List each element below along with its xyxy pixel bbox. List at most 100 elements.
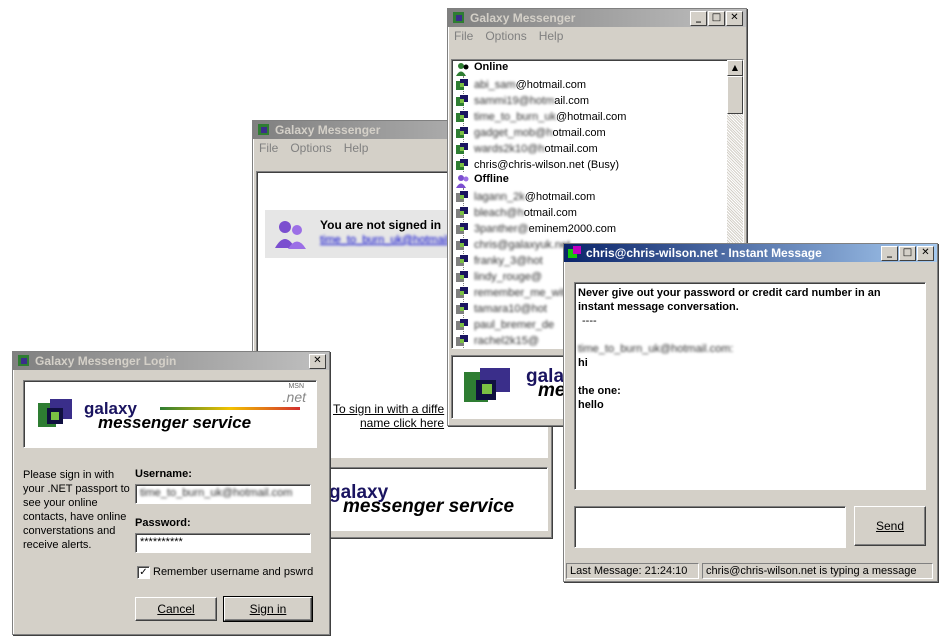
contact-email-visible: otmail.com (552, 127, 606, 139)
contact-status-icon (456, 303, 468, 314)
offline-group-label[interactable]: Offline (474, 173, 509, 185)
online-group-label[interactable]: Online (474, 61, 508, 73)
status-typing: chris@chris-wilson.net is typing a messa… (702, 563, 933, 579)
login-logo-word2: messenger service (98, 413, 252, 432)
contact-status-icon (456, 127, 468, 138)
contact-status-icon (456, 95, 468, 106)
close-button[interactable]: ✕ (726, 11, 743, 26)
im-window-icon (568, 246, 581, 258)
contact-status-icon (456, 255, 468, 266)
menu-options[interactable]: Options (485, 29, 526, 43)
menu-file[interactable]: File (454, 29, 473, 43)
contact-item[interactable]: lindy_rouge@ (456, 269, 542, 285)
password-value: ********** (140, 536, 183, 548)
remember-checkbox[interactable]: ✓ (137, 566, 150, 579)
contact-email-visible: chris@chris-wilson.net (Busy) (474, 159, 620, 171)
checkmark-icon: ✓ (139, 567, 148, 578)
contact-email-hidden: abi_sam (474, 79, 516, 91)
contact-item[interactable]: rachel2k15@ (456, 333, 539, 348)
contact-email-visible: otmail.com (544, 143, 598, 155)
contact-item[interactable]: remember_me_with (456, 285, 572, 301)
contact-item[interactable]: paul_bremer_de (456, 317, 555, 333)
menu-help[interactable]: Help (344, 141, 369, 155)
message-input[interactable] (574, 506, 846, 548)
im-window-titlebar[interactable]: chris@chris-wilson.net - Instant Message… (564, 244, 937, 262)
galaxy-logo-icon (464, 368, 510, 402)
contact-item[interactable]: lagann_2k@hotmail.com (456, 189, 595, 205)
contact-status-icon (456, 191, 468, 202)
contact-email-hidden: wards2k10@h (474, 143, 545, 155)
msg1-sender: time_to_burn_uk@hotmail.com: (578, 343, 734, 355)
scroll-up-arrow-icon[interactable]: ▲ (727, 60, 743, 76)
not-signed-in-text: You are not signed in (320, 218, 442, 232)
contact-email-hidden: paul_bremer_de (474, 319, 555, 331)
close-button[interactable]: ✕ (917, 246, 934, 261)
contact-status-icon (456, 335, 468, 346)
contact-status-icon (456, 239, 468, 250)
galaxy-app-icon (453, 12, 464, 23)
login-window-titlebar[interactable]: Galaxy Messenger Login ✕ (13, 352, 329, 370)
online-group-icon (456, 63, 469, 76)
im-window: chris@chris-wilson.net - Instant Message… (563, 243, 938, 582)
cancel-button[interactable]: Cancel (135, 597, 217, 621)
contact-item[interactable]: chris@chris-wilson.net (Busy) (456, 157, 620, 173)
contact-item[interactable]: gadget_mob@hotmail.com (456, 125, 606, 141)
contact-item[interactable]: 3panther@eminem2000.com (456, 221, 617, 237)
contact-item[interactable]: bleach@hotmail.com (456, 205, 577, 221)
msg2-sender: the one: (578, 385, 621, 397)
menu-help[interactable]: Help (539, 29, 564, 43)
scroll-thumb[interactable] (727, 76, 743, 114)
contact-item[interactable]: time_to_burn_uk@hotmail.com (456, 109, 626, 125)
contact-email-hidden: remember_me_with (474, 287, 572, 299)
status-last-message: Last Message: 21:24:10 (566, 563, 699, 579)
contact-email-hidden: tamara10@hot (474, 303, 547, 315)
contact-status-icon (456, 287, 468, 298)
contact-item[interactable]: chris@galaxyuk.net (456, 237, 571, 253)
sign-in-button[interactable]: Sign in (223, 596, 313, 622)
send-button[interactable]: Send (854, 506, 926, 546)
contact-item[interactable]: tamara10@hot (456, 301, 547, 317)
status-bar: Last Message: 21:24:10 chris@chris-wilso… (566, 563, 934, 579)
menu-file[interactable]: File (259, 141, 278, 155)
contact-email-hidden: lagann_2k (474, 191, 525, 203)
contact-email-visible: @hotmail.com (515, 79, 587, 91)
maximize-button[interactable]: □ (708, 11, 725, 26)
contact-item[interactable]: franky_3@hot (456, 253, 543, 269)
contact-status-icon (456, 223, 468, 234)
contact-item[interactable]: wards2k10@hotmail.com (456, 141, 598, 157)
maximize-button[interactable]: □ (899, 246, 916, 261)
contact-email-hidden: chris@galaxyuk.net (474, 239, 571, 251)
username-field[interactable]: time_to_burn_uk@hotmail.com (135, 484, 311, 504)
contact-status-icon (456, 79, 468, 90)
buddy-people-icon (275, 221, 306, 249)
contact-email-hidden: sammi19@hotm (474, 95, 555, 107)
contact-item[interactable]: sammi19@hotmail.com (456, 93, 590, 109)
contact-status-icon (456, 319, 468, 330)
contacts-window-titlebar[interactable]: Galaxy Messenger _ □ ✕ (448, 9, 746, 27)
contacts-window-controls: _ □ ✕ (690, 11, 743, 26)
contact-email-hidden: franky_3@hot (474, 255, 543, 267)
main-window-title: Galaxy Messenger (275, 123, 381, 137)
contacts-logo-word2: me (538, 380, 566, 401)
contacts-menubar: File Options Help (448, 27, 746, 45)
remember-label[interactable]: Remember username and pswrd (153, 566, 313, 578)
contact-status-icon (456, 207, 468, 218)
close-button[interactable]: ✕ (309, 354, 326, 369)
conversation-panel: Never give out your password or credit c… (574, 282, 926, 490)
password-field[interactable]: ********** (135, 533, 311, 553)
minimize-button[interactable]: _ (881, 246, 898, 261)
contact-email-visible: eminem2000.com (528, 223, 617, 235)
contact-status-icon (456, 271, 468, 282)
menu-options[interactable]: Options (290, 141, 331, 155)
contact-email-visible: ail.com (554, 95, 590, 107)
contact-item[interactable]: abi_sam@hotmail.com (456, 77, 587, 93)
net-badge: .net (282, 389, 306, 405)
im-window-title: chris@chris-wilson.net - Instant Message (586, 246, 822, 260)
username-value: time_to_burn_uk@hotmail.com (140, 487, 293, 499)
contact-email-hidden: bleach@h (474, 207, 524, 219)
galaxy-logo-icon (38, 399, 72, 427)
cancel-button-label: Cancel (157, 602, 195, 616)
minimize-button[interactable]: _ (690, 11, 707, 26)
contact-email-hidden: rachel2k15@ (474, 335, 539, 347)
contact-status-icon (456, 111, 468, 122)
